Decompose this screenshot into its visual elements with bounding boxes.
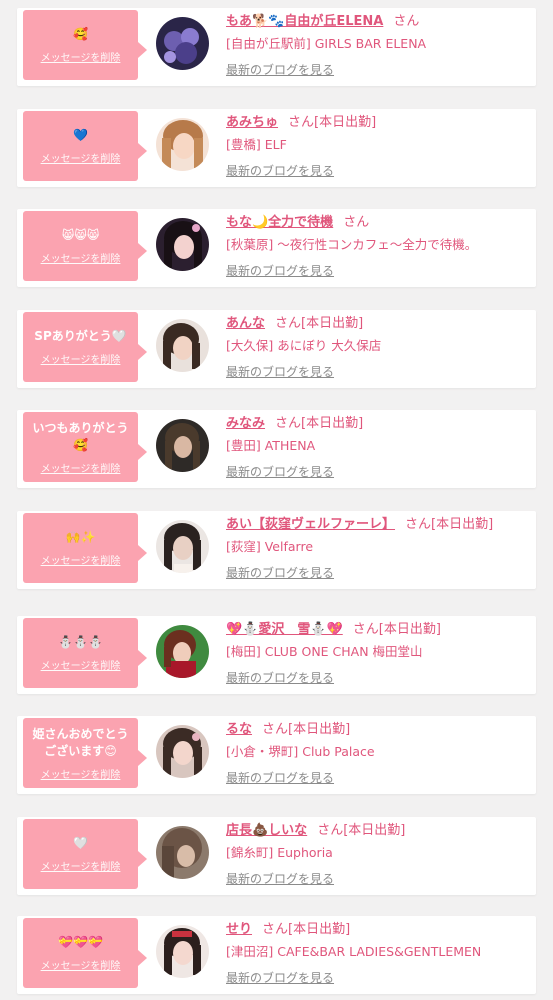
cast-name-link[interactable]: あんな xyxy=(226,316,265,331)
delete-message-link[interactable]: メッセージを削除 xyxy=(41,351,121,366)
cast-name-link[interactable]: みなみ xyxy=(226,416,265,431)
message-card: 🤍 メッセージを削除 店長💩しいな さん[本日出勤] [錦糸町] Euphoria… xyxy=(17,817,536,895)
avatar[interactable] xyxy=(156,118,209,171)
cast-name-link[interactable]: 店長💩しいな xyxy=(226,823,307,838)
shop-label: [自由が丘駅前] GIRLS BAR ELENA xyxy=(226,36,427,51)
message-card: 💝💝💝 メッセージを削除 せり さん[本日出勤] [津田沼] CAFE&BAR L… xyxy=(17,916,536,994)
message-text: 💝💝💝 xyxy=(58,935,103,949)
cast-suffix: さん xyxy=(393,14,420,29)
latest-blog-link[interactable]: 最新のブログを見る xyxy=(226,564,334,581)
message-card: 🙌✨ メッセージを削除 あい【荻窪ヴェルファーレ】 さん[本日出勤] [荻窪] V… xyxy=(17,511,536,589)
message-card: 🥰 メッセージを削除 もあ🐕🐾自由が丘ELENA さん [自由が丘駅前] GIRL… xyxy=(17,8,536,86)
avatar[interactable] xyxy=(156,925,209,978)
cast-suffix: さん[本日出勤] xyxy=(275,316,364,331)
message-card: ⛄⛄⛄ メッセージを削除 💖⛄愛沢 雪⛄💖 さん[本日出勤] [梅田] CLUB … xyxy=(17,616,536,694)
message-bubble: 😸😸😸 メッセージを削除 xyxy=(23,211,147,281)
message-text: 🤍 xyxy=(73,836,88,850)
avatar[interactable] xyxy=(156,319,209,372)
cast-suffix: さん[本日出勤] xyxy=(288,115,377,130)
shop-label: [小倉・堺町] Club Palace xyxy=(226,744,375,759)
message-bubble: ⛄⛄⛄ メッセージを削除 xyxy=(23,618,147,688)
cast-name-link[interactable]: あみちゅ xyxy=(226,115,278,130)
cast-name-link[interactable]: もな🌙全力で待機 xyxy=(226,215,333,230)
shop-label: [豊橋] ELF xyxy=(226,137,287,152)
delete-message-link[interactable]: メッセージを削除 xyxy=(41,250,121,265)
latest-blog-link[interactable]: 最新のブログを見る xyxy=(226,463,334,480)
message-card: 姫さんおめでとう ございます😊 メッセージを削除 るな さん[本日出勤] [小倉・… xyxy=(17,716,536,794)
message-bubble: 姫さんおめでとう ございます😊 メッセージを削除 xyxy=(23,718,147,788)
delete-message-link[interactable]: メッセージを削除 xyxy=(41,957,121,972)
message-text: いつもありがとう 🥰 xyxy=(32,420,129,452)
delete-message-link[interactable]: メッセージを削除 xyxy=(41,552,121,567)
message-bubble: 🤍 メッセージを削除 xyxy=(23,819,147,889)
shop-label: [津田沼] CAFE&BAR LADIES&GENTLEMEN xyxy=(226,944,482,959)
delete-message-link[interactable]: メッセージを削除 xyxy=(41,858,121,873)
cast-name-link[interactable]: るな xyxy=(226,722,252,737)
message-bubble: 💙 メッセージを削除 xyxy=(23,111,147,181)
latest-blog-link[interactable]: 最新のブログを見る xyxy=(226,769,334,786)
message-text: 姫さんおめでとう ございます😊 xyxy=(32,726,129,758)
message-bubble: SPありがとう🤍 メッセージを削除 xyxy=(23,312,147,382)
latest-blog-link[interactable]: 最新のブログを見る xyxy=(226,363,334,380)
message-bubble: いつもありがとう 🥰 メッセージを削除 xyxy=(23,412,147,482)
message-text: 🙌✨ xyxy=(65,530,96,544)
delete-message-link[interactable]: メッセージを削除 xyxy=(41,460,121,475)
latest-blog-link[interactable]: 最新のブログを見る xyxy=(226,870,334,887)
cast-suffix: さん[本日出勤] xyxy=(405,517,494,532)
avatar[interactable] xyxy=(156,419,209,472)
latest-blog-link[interactable]: 最新のブログを見る xyxy=(226,162,334,179)
message-text: ⛄⛄⛄ xyxy=(58,635,103,649)
latest-blog-link[interactable]: 最新のブログを見る xyxy=(226,669,334,686)
cast-suffix: さん[本日出勤] xyxy=(262,722,351,737)
cast-name-link[interactable]: 💖⛄愛沢 雪⛄💖 xyxy=(226,622,343,637)
avatar[interactable] xyxy=(156,826,209,879)
cast-suffix: さん[本日出勤] xyxy=(275,416,364,431)
delete-message-link[interactable]: メッセージを削除 xyxy=(41,49,121,64)
shop-label: [大久保] あにぼり 大久保店 xyxy=(226,338,382,353)
cast-suffix: さん[本日出勤] xyxy=(352,622,441,637)
avatar[interactable] xyxy=(156,218,209,271)
cast-suffix: さん[本日出勤] xyxy=(262,922,351,937)
message-card: SPありがとう🤍 メッセージを削除 あんな さん[本日出勤] [大久保] あにぼり… xyxy=(17,310,536,388)
message-text: SPありがとう🤍 xyxy=(34,329,127,343)
cast-name-link[interactable]: せり xyxy=(226,922,252,937)
shop-label: [秋葉原] 〜夜行性コンカフェ〜全力で待機。 xyxy=(226,237,478,252)
shop-label: [豊田] ATHENA xyxy=(226,438,316,453)
cast-suffix: さん xyxy=(343,215,370,230)
message-card: いつもありがとう 🥰 メッセージを削除 みなみ さん[本日出勤] [豊田] ATH… xyxy=(17,410,536,488)
avatar[interactable] xyxy=(156,625,209,678)
avatar[interactable] xyxy=(156,520,209,573)
avatar[interactable] xyxy=(156,17,209,70)
message-bubble: 🙌✨ メッセージを削除 xyxy=(23,513,147,583)
message-bubble: 🥰 メッセージを削除 xyxy=(23,10,147,80)
message-card: 💙 メッセージを削除 あみちゅ さん[本日出勤] [豊橋] ELF 最新のブログを… xyxy=(17,109,536,187)
latest-blog-link[interactable]: 最新のブログを見る xyxy=(226,969,334,986)
shop-label: [梅田] CLUB ONE CHAN 梅田堂山 xyxy=(226,644,423,659)
delete-message-link[interactable]: メッセージを削除 xyxy=(41,766,121,781)
cast-name-link[interactable]: あい【荻窪ヴェルファーレ】 xyxy=(226,517,395,532)
message-text: 😸😸😸 xyxy=(61,228,100,242)
cast-suffix: さん[本日出勤] xyxy=(317,823,406,838)
cast-name-link[interactable]: もあ🐕🐾自由が丘ELENA xyxy=(226,14,383,29)
delete-message-link[interactable]: メッセージを削除 xyxy=(41,150,121,165)
message-text: 💙 xyxy=(73,128,88,142)
shop-label: [荻窪] Velfarre xyxy=(226,539,314,554)
shop-label: [錦糸町] Euphoria xyxy=(226,845,333,860)
latest-blog-link[interactable]: 最新のブログを見る xyxy=(226,61,334,78)
message-card: 😸😸😸 メッセージを削除 もな🌙全力で待機 さん [秋葉原] 〜夜行性コンカフェ〜… xyxy=(17,209,536,287)
message-bubble: 💝💝💝 メッセージを削除 xyxy=(23,918,147,988)
latest-blog-link[interactable]: 最新のブログを見る xyxy=(226,262,334,279)
avatar[interactable] xyxy=(156,725,209,778)
delete-message-link[interactable]: メッセージを削除 xyxy=(41,657,121,672)
message-text: 🥰 xyxy=(73,27,88,41)
